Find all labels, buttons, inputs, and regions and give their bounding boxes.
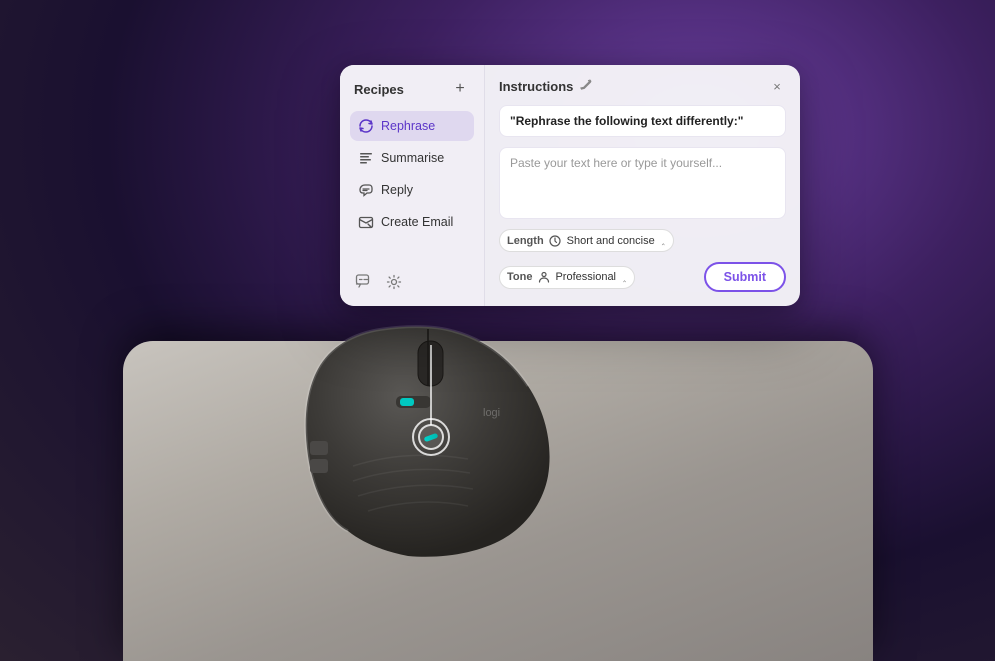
- instructions-panel: Instructions × "Rephrase the following t…: [485, 65, 800, 306]
- tone-pill[interactable]: Tone Professional ‸: [499, 266, 635, 289]
- recipes-footer: [350, 266, 474, 292]
- instructions-header: Instructions ×: [499, 77, 786, 95]
- create-email-label: Create Email: [381, 215, 453, 229]
- instructions-title-row: Instructions: [499, 78, 592, 94]
- summarise-icon: [358, 150, 374, 166]
- mouse-container: logi: [288, 311, 708, 601]
- chat-icon[interactable]: [354, 272, 374, 292]
- recipe-item-create-email[interactable]: Create Email: [350, 207, 474, 237]
- length-value: Short and concise: [567, 235, 655, 247]
- svg-text:logi: logi: [483, 407, 500, 419]
- email-icon: [358, 214, 374, 230]
- tone-chevron[interactable]: ‸: [623, 272, 626, 283]
- length-setting-row: Length Short and concise ‸: [499, 229, 786, 252]
- close-button[interactable]: ×: [768, 77, 786, 95]
- recipe-item-rephrase[interactable]: Rephrase: [350, 111, 474, 141]
- button-indicator: [424, 432, 439, 441]
- submit-button[interactable]: Submit: [704, 262, 786, 292]
- settings-icon[interactable]: [384, 272, 404, 292]
- rephrase-icon: [358, 118, 374, 134]
- tone-label: Tone: [507, 271, 532, 283]
- instruction-prompt: "Rephrase the following text differently…: [499, 105, 786, 137]
- instructions-title: Instructions: [499, 79, 573, 94]
- person-icon: [537, 271, 550, 284]
- reply-icon: [358, 182, 374, 198]
- rephrase-label: Rephrase: [381, 119, 435, 133]
- edit-icon[interactable]: [579, 78, 592, 94]
- recipes-panel: Recipes + Rephrase: [340, 65, 485, 306]
- recipe-item-summarise[interactable]: Summarise: [350, 143, 474, 173]
- length-chevron[interactable]: ‸: [662, 235, 665, 246]
- connector-line: [430, 345, 432, 425]
- tone-value: Professional: [555, 271, 616, 283]
- bottom-row: Tone Professional ‸ Submit: [499, 262, 786, 292]
- add-recipe-button[interactable]: +: [450, 79, 470, 99]
- text-area[interactable]: Paste your text here or type it yourself…: [499, 147, 786, 219]
- recipes-title: Recipes: [354, 82, 404, 97]
- length-label: Length: [507, 235, 544, 247]
- summarise-label: Summarise: [381, 151, 444, 165]
- reply-label: Reply: [381, 183, 413, 197]
- connector-circle-inner: [418, 424, 444, 450]
- recipe-item-reply[interactable]: Reply: [350, 175, 474, 205]
- recipes-header: Recipes +: [350, 79, 474, 99]
- popup-ui: Recipes + Rephrase: [340, 65, 800, 306]
- clock-icon: [549, 234, 562, 247]
- length-pill[interactable]: Length Short and concise ‸: [499, 229, 674, 252]
